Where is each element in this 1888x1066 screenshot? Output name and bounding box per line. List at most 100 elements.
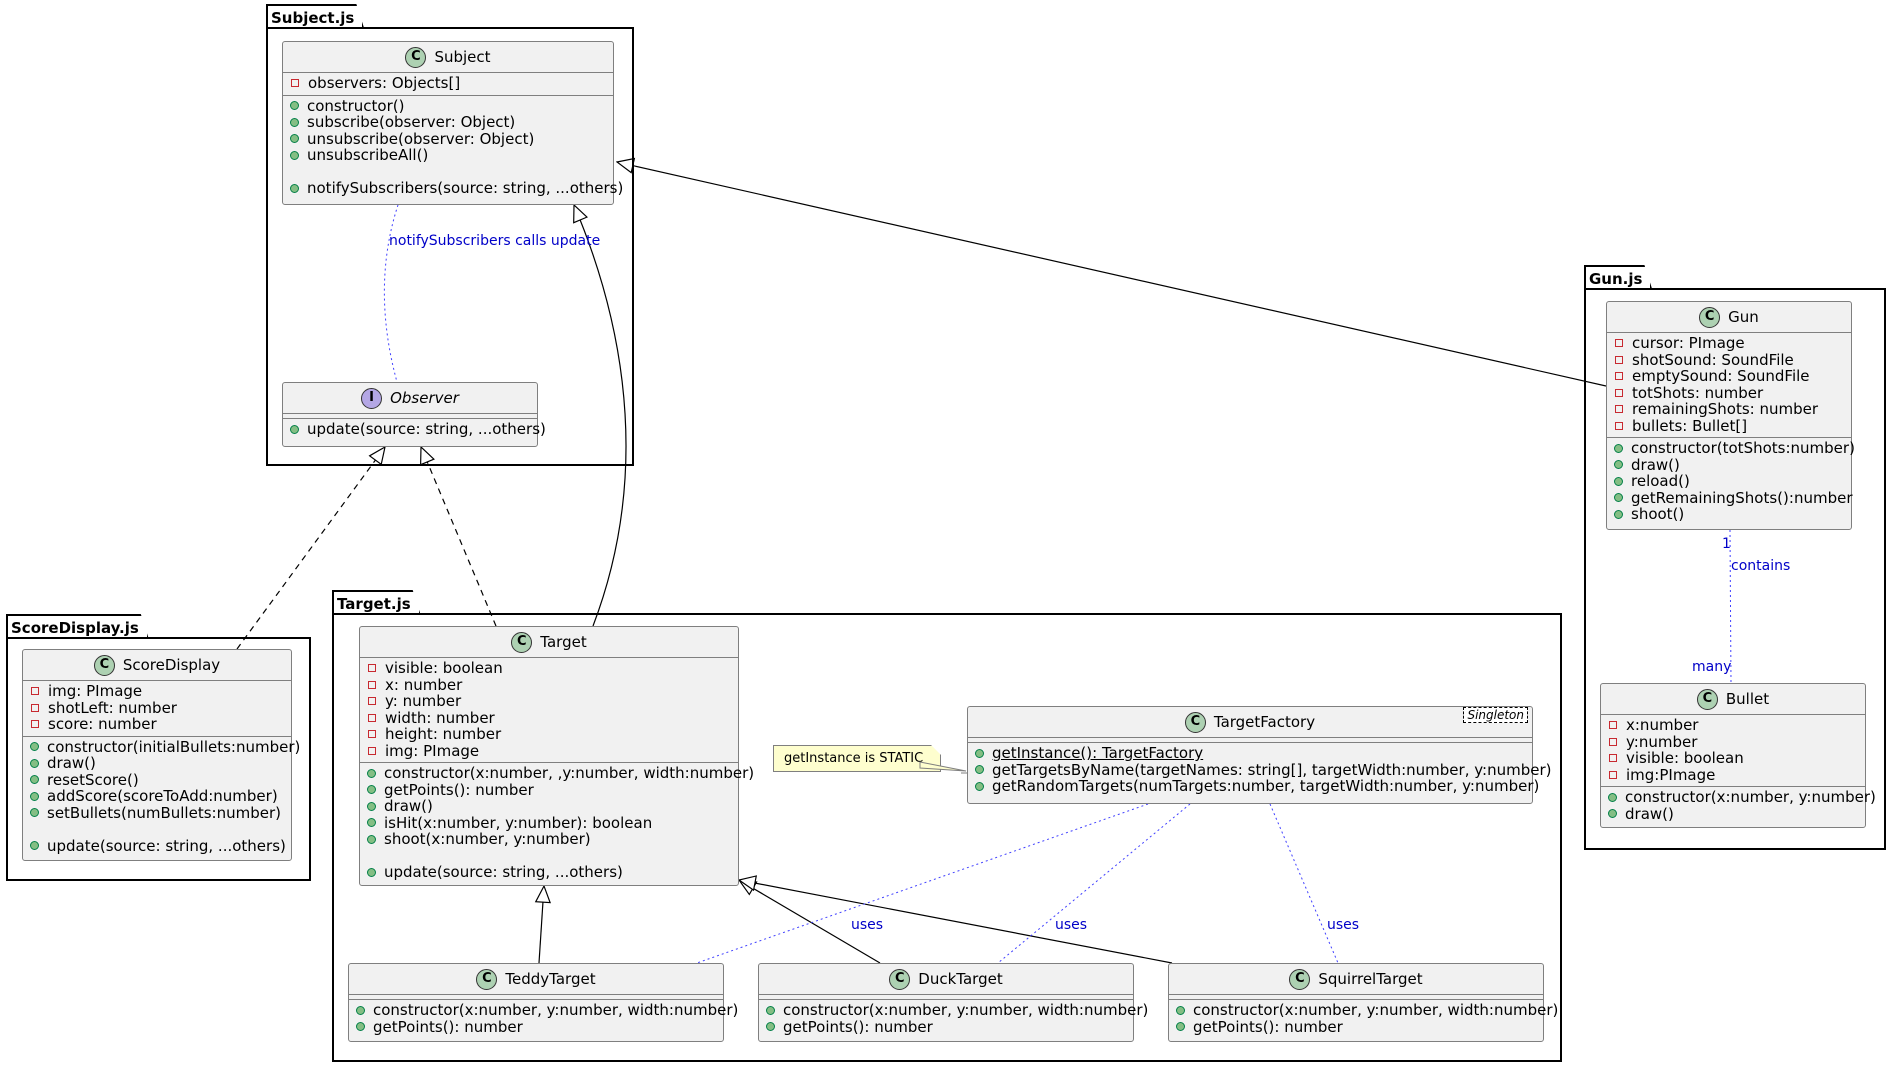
method-text: getPoints(): number: [373, 1017, 523, 1036]
private-icon: [31, 687, 39, 696]
fields: img: PImage shotLeft: number score: numb…: [23, 681, 291, 737]
method: resetScore(): [29, 771, 285, 789]
method: getRemainingShots():number: [1613, 489, 1852, 507]
public-icon: [1176, 1005, 1185, 1015]
method: getRandomTargets(numTargets:number, targ…: [974, 778, 1539, 795]
package-tab-gun: Gun.js: [1584, 265, 1652, 290]
class-name: Observer: [390, 388, 459, 407]
method-text: setBullets(numBullets:number): [47, 803, 281, 822]
method-text: constructor(totShots:number): [1631, 439, 1855, 457]
method: getPoints(): number: [1175, 1017, 1537, 1036]
field-text: img:PImage: [1626, 765, 1716, 784]
class-icon: C: [511, 631, 533, 653]
class-scoredisplay: C ScoreDisplay img: PImage shotLeft: num…: [22, 649, 300, 861]
private-icon: [31, 703, 39, 712]
interface-observer-header: I Observer: [283, 383, 537, 414]
method-text: constructor(x:number, y:number, width:nu…: [783, 1001, 1149, 1019]
public-icon: [30, 841, 39, 851]
method-text: subscribe(observer: Object): [307, 113, 516, 131]
private-icon: [368, 680, 376, 689]
field-text: cursor: PImage: [1632, 334, 1745, 352]
method: update(source: string, ...others): [366, 864, 732, 881]
class-targetfactory-header: C TargetFactory Singleton: [968, 707, 1532, 738]
public-icon: [1608, 809, 1617, 819]
public-icon: [356, 1005, 365, 1015]
interface-icon: I: [361, 387, 383, 409]
private-icon: [1609, 721, 1617, 730]
method: update(source: string, ...others): [29, 837, 286, 855]
class-name: DuckTarget: [918, 969, 1003, 988]
class-subject: C Subject observers: Objects[] construct…: [282, 41, 623, 205]
fields: visible: boolean x: number y: number wid…: [360, 658, 738, 763]
methods: update(source: string, ...others): [283, 419, 546, 441]
field: visible: boolean: [1607, 750, 1859, 767]
method: getInstance(): TargetFactory: [974, 745, 1526, 762]
methods: constructor(x:number, y:number, width:nu…: [759, 1000, 1148, 1038]
public-icon: [766, 1022, 775, 1032]
field-text: y:number: [1626, 732, 1698, 751]
public-icon: [30, 775, 39, 785]
method-text: getPoints(): number: [1193, 1017, 1343, 1036]
public-icon: [1614, 476, 1623, 486]
public-icon: [975, 765, 984, 775]
method: constructor(): [289, 96, 607, 115]
public-icon: [30, 791, 39, 801]
public-icon: [367, 785, 376, 795]
method: draw(): [29, 755, 285, 772]
public-icon: [30, 742, 39, 752]
public-icon: [1608, 792, 1617, 802]
class-icon: C: [1699, 306, 1721, 328]
class-icon: C: [1289, 968, 1311, 990]
method-text: isHit(x:number, y:number): boolean: [384, 813, 653, 832]
multiplicity-one: 1: [1722, 536, 1731, 552]
class-name: Subject: [434, 47, 491, 66]
field: cursor: PImage: [1613, 335, 1845, 352]
field-text: visible: boolean: [385, 659, 503, 677]
interface-observer: I Observer update(source: string, ...oth…: [282, 382, 546, 447]
class-targetfactory: C TargetFactory Singleton getInstance():…: [967, 706, 1551, 804]
class-bullet: C Bullet x:number y:number visible: bool…: [1600, 683, 1876, 828]
public-icon: [1176, 1022, 1185, 1032]
private-icon: [368, 713, 376, 722]
multiplicity-many: many: [1692, 659, 1732, 675]
method-text: getTargetsByName(targetNames: string[], …: [992, 760, 1552, 779]
private-icon: [1615, 355, 1623, 364]
method: constructor(x:number, y:number, width:nu…: [355, 1002, 738, 1019]
package-name-gun: Gun.js: [1589, 270, 1643, 288]
class-scoredisplay-header: C ScoreDisplay: [23, 650, 291, 681]
method-text: constructor(x:number, y:number, width:nu…: [373, 1001, 739, 1019]
fields: cursor: PImage shotSound: SoundFile empt…: [1607, 333, 1851, 438]
public-icon: [290, 134, 299, 144]
public-icon: [1614, 509, 1623, 519]
method-spacer: [29, 821, 285, 838]
method-text: reload(): [1631, 472, 1690, 490]
method: getTargetsByName(targetNames: string[], …: [974, 761, 1551, 779]
public-icon: [1614, 460, 1623, 470]
static-note: getInstance is STATIC: [773, 745, 941, 772]
field: height: number: [366, 726, 732, 743]
public-icon: [30, 758, 39, 768]
class-ducktarget-header: C DuckTarget: [759, 964, 1133, 995]
method: draw(): [1607, 805, 1859, 823]
class-icon: C: [1696, 688, 1718, 710]
class-gun: C Gun cursor: PImage shotSound: SoundFil…: [1606, 301, 1855, 530]
field: observers: Objects[]: [289, 75, 607, 92]
class-target-header: C Target: [360, 627, 738, 658]
field: visible: boolean: [366, 660, 732, 677]
field: emptySound: SoundFile: [1613, 368, 1845, 385]
method-text: constructor(): [307, 96, 405, 115]
public-icon: [290, 150, 299, 160]
public-icon: [367, 801, 376, 811]
class-teddytarget: C TeddyTarget constructor(x:number, y:nu…: [348, 963, 738, 1042]
method-text: getPoints(): number: [384, 780, 534, 799]
public-icon: [367, 867, 376, 877]
class-name: ScoreDisplay: [122, 655, 221, 674]
method-text: update(source: string, ...others): [307, 420, 546, 438]
private-icon: [291, 79, 299, 88]
method-text: update(source: string, ...others): [384, 863, 623, 881]
method: subscribe(observer: Object): [289, 114, 607, 131]
methods: constructor(x:number, ,y:number, width:n…: [360, 763, 754, 884]
method: setBullets(numBullets:number): [29, 803, 285, 822]
methods: constructor(initialBullets:number) draw(…: [23, 737, 300, 858]
method-text: shoot(): [1631, 505, 1685, 523]
